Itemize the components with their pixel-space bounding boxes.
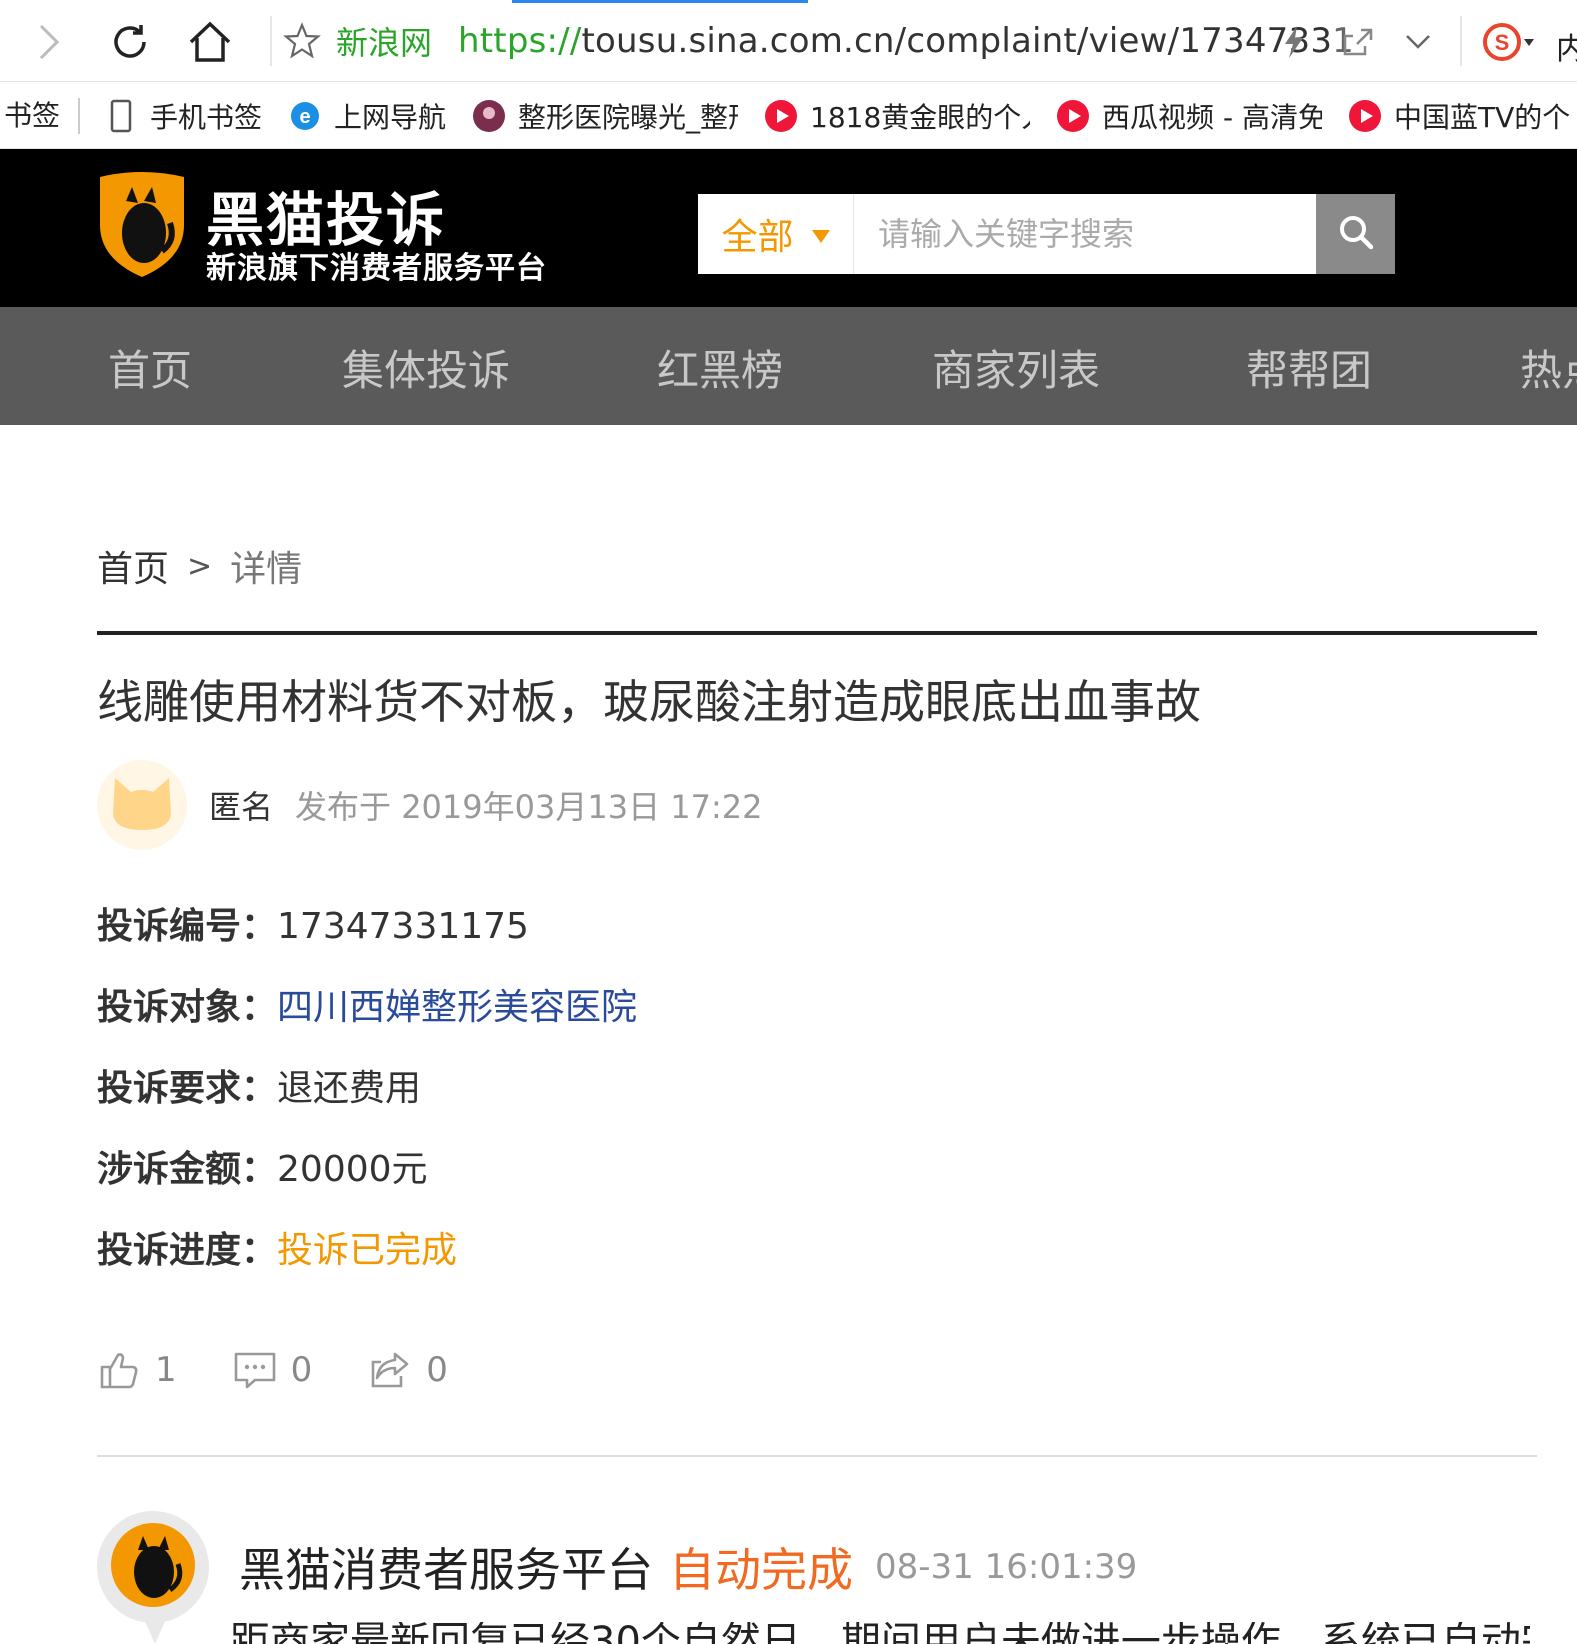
field-label: 投诉进度： xyxy=(97,1230,278,1271)
breadcrumb-home[interactable]: 首页 xyxy=(97,540,169,592)
search-category-select[interactable]: 全部 xyxy=(698,194,854,274)
site-header: 黑猫投诉 新浪旗下消费者服务平台 全部 xyxy=(0,149,1577,307)
complaint-progress-row: 投诉进度： 投诉已完成 xyxy=(97,1221,457,1273)
sogou-icon[interactable]: S xyxy=(1480,18,1540,66)
nav-home[interactable]: 首页 xyxy=(108,337,192,398)
share-count: 0 xyxy=(426,1350,448,1390)
nav-collective-complaints[interactable]: 集体投诉 xyxy=(342,337,510,398)
author-name: 匿名 xyxy=(209,788,274,826)
reply-author: 黑猫消费者服务平台 xyxy=(239,1543,653,1597)
site-label: 新浪网 xyxy=(336,24,433,62)
search-button[interactable] xyxy=(1316,194,1395,274)
reply-text: 距商家最新回复已经30个自然日，期间用户未做进一步操作，系统已自动完 xyxy=(230,1622,1530,1644)
comment-button[interactable]: 0 xyxy=(233,1348,313,1392)
nav-merchant-list[interactable]: 商家列表 xyxy=(932,337,1100,398)
complaint-id: 17347331175 xyxy=(277,906,529,947)
chevron-down-icon[interactable] xyxy=(1394,18,1442,66)
nav-red-black-list[interactable]: 红黑榜 xyxy=(657,337,783,398)
toolbar-divider xyxy=(270,16,272,66)
field-label: 涉诉金额： xyxy=(97,1149,278,1190)
search-icon xyxy=(1336,212,1376,256)
bookmark-navigation[interactable]: e 上网导航 xyxy=(288,96,446,136)
complaint-demand-row: 投诉要求： 退还费用 xyxy=(97,1059,421,1111)
bookmark-label: 西瓜视频 - 高清免 xyxy=(1102,100,1323,134)
bookmark-label: 整形医院曝光_整形 xyxy=(518,100,739,134)
black-cat-avatar-icon xyxy=(108,1520,198,1614)
main-nav: 首页 集体投诉 红黑榜 商家列表 帮帮团 热点 xyxy=(0,307,1577,425)
forward-icon[interactable] xyxy=(20,14,76,70)
complaint-status: 投诉已完成 xyxy=(277,1230,458,1271)
search-category-label: 全部 xyxy=(721,217,794,258)
black-cat-logo-icon[interactable] xyxy=(96,171,188,279)
reply-status: 自动完成 xyxy=(669,1543,853,1597)
section-divider xyxy=(97,1455,1537,1457)
breadcrumb-current: 详情 xyxy=(230,549,303,590)
extra-toolbar-label[interactable]: 内 xyxy=(1556,24,1577,68)
complaint-amount-row: 涉诉金额： 20000元 xyxy=(97,1140,428,1192)
like-button[interactable]: 1 xyxy=(97,1348,177,1392)
complaint-id-row: 投诉编号： 17347331175 xyxy=(97,897,529,949)
field-label: 投诉对象： xyxy=(97,987,278,1028)
bookmarks-label[interactable]: 书签 xyxy=(0,97,81,134)
address-bar[interactable]: 新浪网 https://tousu.sina.com.cn/complaint/… xyxy=(280,10,1430,72)
toolbar-divider xyxy=(1460,16,1462,66)
svg-text:e: e xyxy=(299,106,310,128)
complaint-demand: 退还费用 xyxy=(277,1068,422,1109)
refresh-icon[interactable] xyxy=(102,14,158,70)
play-icon xyxy=(1056,99,1090,133)
comment-count: 0 xyxy=(290,1350,313,1390)
share-icon xyxy=(368,1348,412,1392)
play-icon xyxy=(1348,99,1382,133)
home-icon[interactable] xyxy=(182,14,238,70)
bookmarks-bar: 书签 手机书签 e 上网导航 整形医院曝光_整形 1818黄金眼的个人 西瓜视频… xyxy=(0,83,1577,149)
field-label: 投诉编号： xyxy=(97,906,278,947)
phone-icon xyxy=(104,99,138,133)
svg-text:S: S xyxy=(1495,30,1510,55)
avatar xyxy=(97,1511,209,1623)
play-icon xyxy=(764,99,798,133)
bookmark-xigua[interactable]: 西瓜视频 - 高清免 xyxy=(1056,96,1322,136)
caret-down-icon xyxy=(811,229,830,243)
bookmark-label: 上网导航 xyxy=(334,100,447,134)
breadcrumb: 首页 > 详情 xyxy=(97,540,302,592)
breadcrumb-separator: > xyxy=(187,548,213,584)
bookmark-mobile[interactable]: 手机书签 xyxy=(104,96,262,136)
active-tab-indicator xyxy=(512,0,808,3)
lightning-icon[interactable] xyxy=(1270,18,1318,66)
action-bar: 1 0 0 xyxy=(97,1345,504,1395)
bookmark-zjstv[interactable]: 中国蓝TV的个 xyxy=(1348,96,1570,136)
bookmark-video-1818[interactable]: 1818黄金眼的个人 xyxy=(764,96,1030,136)
ie-icon: e xyxy=(288,99,322,133)
complaint-amount: 20000元 xyxy=(277,1149,428,1190)
avatar xyxy=(97,760,187,850)
bookmark-label: 中国蓝TV的个 xyxy=(1394,100,1571,134)
logo-subtitle: 新浪旗下消费者服务平台 xyxy=(206,251,547,286)
comment-icon xyxy=(233,1348,277,1392)
complaint-target-link[interactable]: 四川西婵整形美容医院 xyxy=(277,978,637,1030)
publish-time: 发布于 2019年03月13日 17:22 xyxy=(295,788,763,826)
browser-toolbar: 新浪网 https://tousu.sina.com.cn/complaint/… xyxy=(0,0,1577,82)
nav-hot[interactable]: 热点 xyxy=(1520,337,1577,398)
title-divider xyxy=(97,631,1537,635)
share-page-icon[interactable] xyxy=(1334,18,1382,66)
share-button[interactable]: 0 xyxy=(368,1348,448,1392)
star-icon[interactable] xyxy=(280,19,324,63)
reply-time: 08-31 16:01:39 xyxy=(875,1547,1138,1587)
nav-help-group[interactable]: 帮帮团 xyxy=(1246,337,1372,398)
url-text: https://tousu.sina.com.cn/complaint/view… xyxy=(458,21,1354,61)
hospital-logo-icon xyxy=(472,99,506,133)
complaint-title: 线雕使用材料货不对板，玻尿酸注射造成眼底出血事故 xyxy=(97,675,1201,729)
field-label: 投诉要求： xyxy=(97,1068,278,1109)
search-box: 全部 xyxy=(698,194,1395,274)
complaint-author: 匿名 发布于 2019年03月13日 17:22 xyxy=(97,760,762,850)
bookmark-hospital[interactable]: 整形医院曝光_整形 xyxy=(472,96,738,136)
complaint-target-row: 投诉对象： 四川西婵整形美容医院 xyxy=(97,978,637,1030)
bookmark-label: 手机书签 xyxy=(150,100,263,134)
search-input[interactable] xyxy=(854,194,1316,274)
thumbs-up-icon xyxy=(97,1348,141,1392)
cat-avatar-icon xyxy=(109,774,175,836)
bookmark-label: 1818黄金眼的个人 xyxy=(810,100,1031,134)
reply-header: 黑猫消费者服务平台 自动完成 08-31 16:01:39 xyxy=(97,1511,1138,1623)
like-count: 1 xyxy=(155,1350,177,1390)
